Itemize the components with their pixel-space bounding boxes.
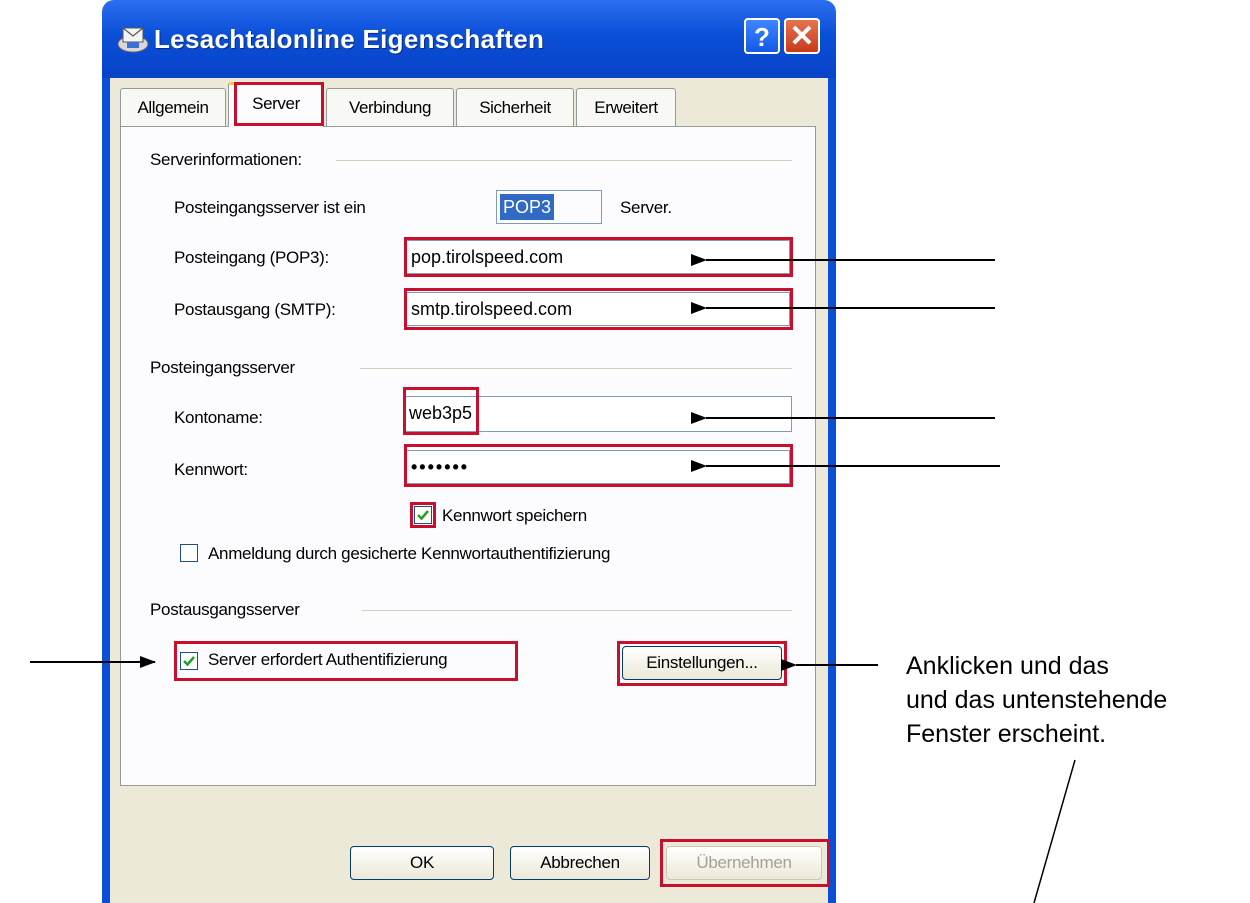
server-tab-highlight xyxy=(234,82,324,126)
annotation-line-1: Anklicken und das xyxy=(906,652,1109,680)
pointer-line xyxy=(1033,759,1076,903)
annotation-line-3: Fenster erscheint. xyxy=(906,720,1107,748)
annotation-arrows-layer xyxy=(30,254,1076,903)
annotation-line-2: und das untenstehende xyxy=(906,686,1168,714)
